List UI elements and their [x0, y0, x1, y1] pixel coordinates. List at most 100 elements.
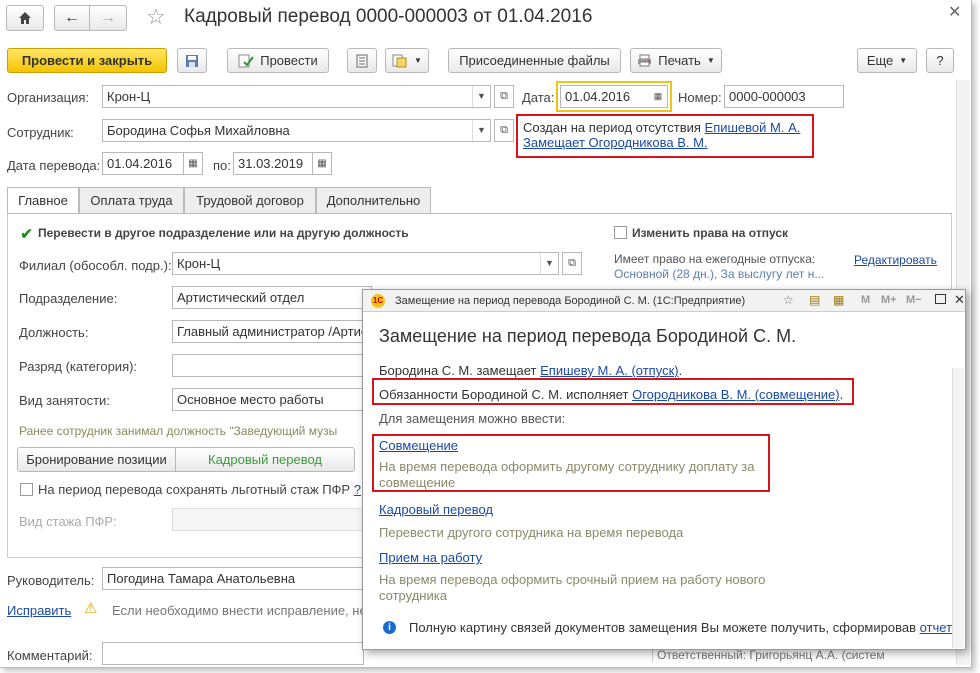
forward-button[interactable]: →	[89, 5, 127, 31]
absence-employee-link[interactable]: Епишевой М. А.	[705, 120, 801, 135]
checkbox-icon	[614, 226, 627, 239]
info-icon: i	[383, 621, 396, 634]
tab-contract-label: Трудовой договор	[196, 193, 304, 208]
tab-additional[interactable]: Дополнительно	[316, 187, 431, 214]
tab-main[interactable]: Главное	[7, 187, 79, 214]
comment-label: Комментарий:	[7, 648, 93, 663]
maximize-icon[interactable]	[935, 294, 946, 304]
open-branch-button[interactable]: ⧉	[562, 252, 582, 275]
grade-field[interactable]	[172, 354, 372, 377]
post-button[interactable]: Провести	[227, 48, 329, 73]
combination-employee-link[interactable]: Огородникова В. М. (совмещение)	[632, 387, 840, 402]
pin-icon[interactable]: ☆	[783, 293, 794, 307]
position-field[interactable]: Главный администратор /Артис	[172, 320, 372, 343]
branch-field[interactable]: Крон-Ц ▼	[172, 252, 559, 275]
chevron-down-icon[interactable]: ▼	[472, 120, 490, 141]
open-employee-button[interactable]: ⧉	[494, 119, 514, 142]
save-icon	[186, 54, 198, 67]
journal-icon	[356, 54, 368, 67]
printer-icon	[638, 54, 652, 67]
memory-m-plus-icon[interactable]: M+	[881, 294, 897, 306]
chevron-down-icon[interactable]: ▼	[472, 86, 490, 107]
organization-field[interactable]: Крон-Ц ▼	[102, 85, 491, 108]
pfr-help-link[interactable]: ?	[354, 482, 361, 497]
close-icon[interactable]: ✕	[948, 2, 961, 22]
create-based-on-button[interactable]: ▼	[385, 48, 429, 73]
home-button[interactable]	[6, 5, 44, 31]
attached-files-label: Присоединенные файлы	[459, 53, 610, 68]
to-date-value: 31.03.2019	[238, 156, 304, 171]
fix-link[interactable]: Исправить	[7, 603, 71, 618]
favorite-star-icon[interactable]: ☆	[146, 4, 166, 30]
organization-label: Организация:	[7, 90, 90, 105]
hr-transfer-button[interactable]: Кадровый перевод	[175, 447, 355, 472]
post-icon	[238, 54, 255, 67]
can-enter-text-visible: Для замещения можно ввести:	[379, 411, 566, 426]
open-organization-button[interactable]: ⧉	[494, 85, 514, 108]
created-info: Создан на период отсутствия Епишевой М. …	[523, 120, 800, 150]
calendar-icon[interactable]: ▦	[833, 293, 844, 307]
transfer-date-field[interactable]: 01.04.2016	[102, 152, 184, 175]
tab-main-label: Главное	[18, 193, 68, 208]
chevron-down-icon[interactable]: ▼	[540, 253, 558, 274]
post-label: Провести	[260, 53, 318, 68]
change-rights-checkbox[interactable]: Изменить права на отпуск	[614, 226, 788, 240]
department-label: Подразделение:	[19, 291, 118, 306]
chevron-down-icon: ▼	[414, 56, 422, 65]
duties-suffix: .	[839, 387, 844, 402]
change-rights-label: Изменить права на отпуск	[632, 226, 788, 240]
journal-button[interactable]	[347, 48, 377, 73]
tab-payment[interactable]: Оплата труда	[79, 187, 184, 214]
dialog-heading: Замещение на период перевода Бородиной С…	[379, 326, 797, 346]
calendar-icon[interactable]: ▦	[649, 86, 667, 107]
pfr-checkbox[interactable]: На период перевода сохранять льготный ст…	[20, 482, 361, 497]
attached-files-button[interactable]: Присоединенные файлы	[448, 48, 621, 73]
print-button[interactable]: Печать ▼	[630, 48, 722, 73]
dialog-title: Замещение на период перевода Бородиной С…	[395, 294, 746, 307]
date-field[interactable]: 01.04.2016 ▦	[560, 85, 668, 108]
calendar-icon[interactable]: ▦	[312, 152, 332, 175]
number-field[interactable]: 0000-000003	[724, 85, 844, 108]
branch-label: Филиал (обособл. подр.):	[19, 258, 172, 273]
grade-label: Разряд (категория):	[19, 359, 138, 374]
list-icon[interactable]: ▤	[809, 293, 820, 307]
duties-prefix: Обязанности Бородиной С. М. исполняет	[379, 387, 629, 402]
head-field[interactable]: Погодина Тамара Анатольевна	[102, 567, 364, 590]
edit-leave-link[interactable]: Редактировать	[854, 253, 937, 267]
responsible-text: Ответственный: Григорьянц А.А. (систем	[652, 648, 885, 662]
more-button[interactable]: Еще ▼	[857, 48, 917, 73]
employee-value: Бородина Софья Михайловна	[107, 123, 290, 138]
dialog-scrollbar[interactable]	[952, 368, 964, 648]
vacation-link[interactable]: Епишеву М. А. (отпуск)	[540, 363, 678, 378]
hiring-link[interactable]: Прием на работу	[379, 550, 482, 565]
transfer-checkbox[interactable]: ✔ Перевести в другое подразделение или на…	[20, 226, 409, 242]
replaces-link[interactable]: Замещает Огородникова В. М.	[523, 135, 708, 150]
employment-type-field[interactable]: Основное место работы	[172, 388, 372, 411]
report-link[interactable]: отчет	[920, 620, 952, 635]
memory-m-minus-icon[interactable]: M−	[906, 294, 922, 306]
dialog-title-bar: 1C Замещение на период перевода Бородино…	[363, 290, 965, 312]
hr-transfer-link[interactable]: Кадровый перевод	[379, 502, 493, 517]
tab-payment-label: Оплата труда	[90, 193, 173, 208]
tab-additional-label: Дополнительно	[326, 193, 421, 208]
calendar-icon[interactable]: ▦	[183, 152, 203, 175]
tab-contract[interactable]: Трудовой договор	[184, 187, 316, 214]
combination-link[interactable]: Совмещение	[379, 438, 458, 453]
department-field[interactable]: Артистический отдел	[172, 286, 372, 309]
close-icon[interactable]: ✕	[954, 292, 965, 308]
post-and-close-button[interactable]: Провести и закрыть	[7, 48, 167, 73]
info-text: Полную картину связей документов замещен…	[409, 620, 916, 635]
employee-field[interactable]: Бородина Софья Михайловна ▼	[102, 119, 491, 142]
reserve-position-button[interactable]: Бронирование позиции	[17, 447, 176, 472]
memory-m-icon[interactable]: M	[861, 294, 870, 306]
save-button[interactable]	[177, 48, 207, 73]
comment-field[interactable]	[102, 642, 364, 665]
chevron-down-icon: ▼	[899, 56, 908, 65]
to-date-field[interactable]: 31.03.2019	[233, 152, 313, 175]
window-title: Кадровый перевод 0000-000003 от 01.04.20…	[184, 6, 593, 27]
help-button[interactable]: ?	[926, 48, 954, 73]
combination-desc: На время перевода оформить другому сотру…	[379, 459, 755, 490]
back-button[interactable]: ←	[54, 5, 90, 31]
hr-transfer-label: Кадровый перевод	[208, 452, 322, 467]
duties-line-visible: Обязанности Бородиной С. М. исполняет Ог…	[379, 387, 843, 402]
